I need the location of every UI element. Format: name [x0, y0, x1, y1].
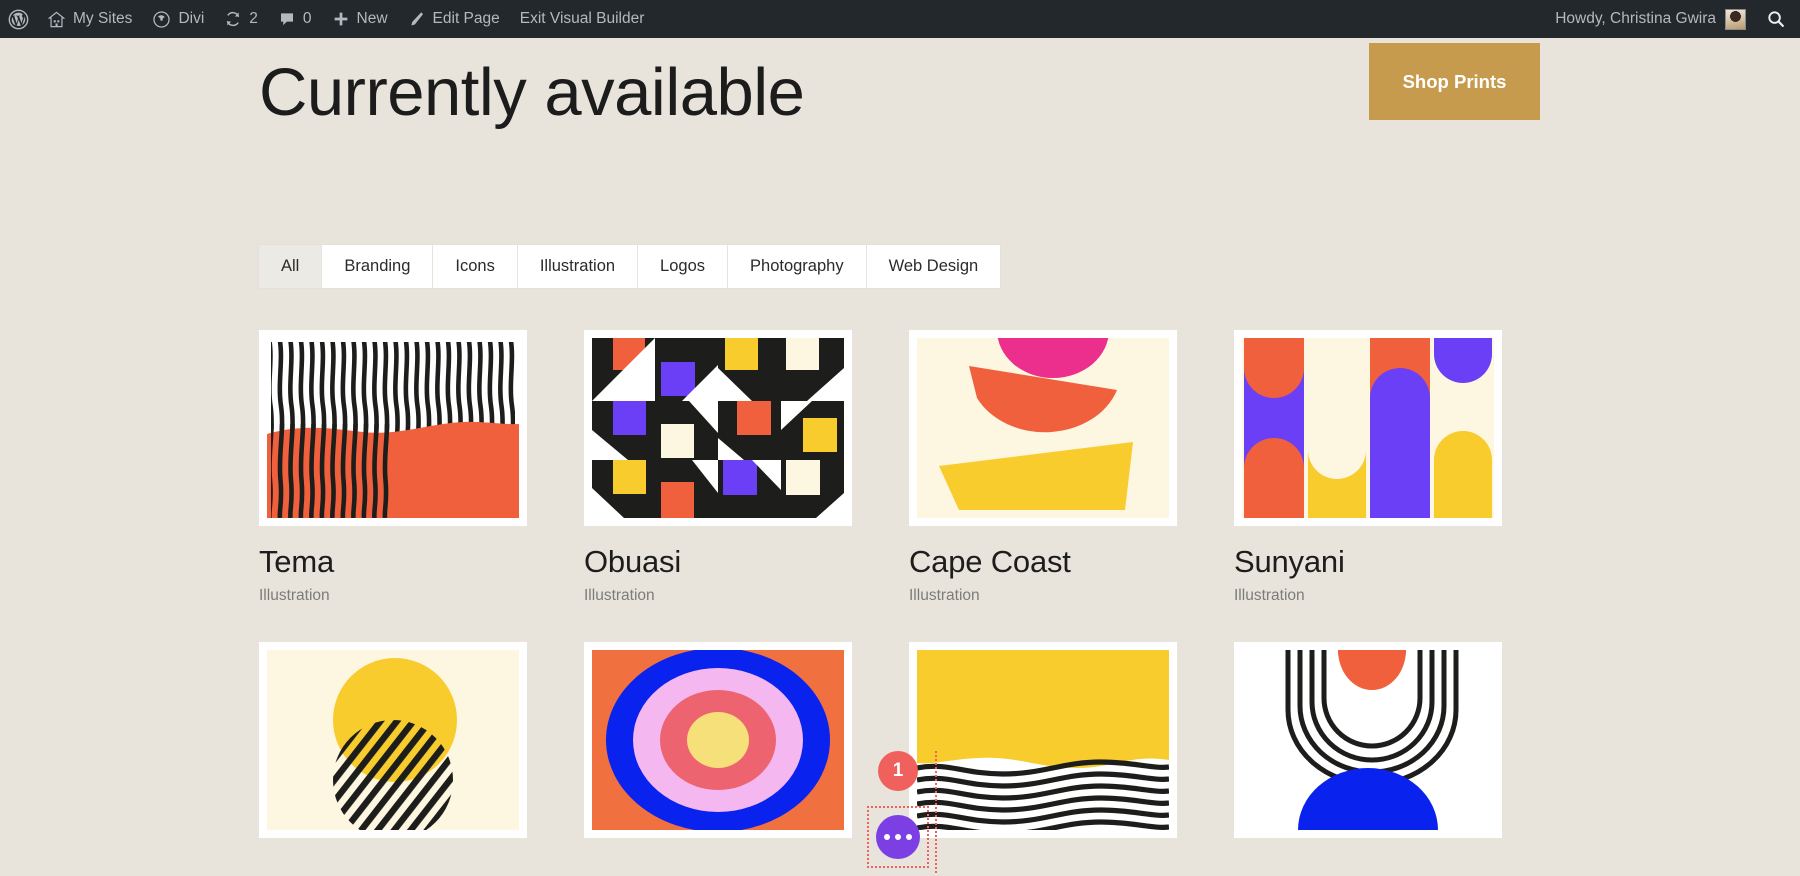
- admin-bar-item-divi[interactable]: Divi: [142, 0, 214, 38]
- gallery-item-title: Sunyani: [1234, 544, 1345, 579]
- admin-bar-label: Edit Page: [432, 10, 500, 27]
- admin-bar-item-updates[interactable]: 2: [214, 0, 268, 38]
- artwork-arcs: [1242, 649, 1494, 830]
- wordpress-logo-button[interactable]: [0, 0, 37, 38]
- wordpress-logo-icon: [8, 9, 29, 30]
- thumbnail-frame[interactable]: [259, 641, 527, 838]
- gallery-item-cape-coast[interactable]: Cape Coast Illustration: [909, 330, 1177, 605]
- search-icon: [1766, 9, 1786, 29]
- filter-tab-web-design[interactable]: Web Design: [866, 245, 1001, 288]
- thumbnail-frame[interactable]: [584, 330, 852, 526]
- module-count-badge[interactable]: 1: [878, 751, 918, 791]
- thumbnail-frame[interactable]: [1234, 330, 1502, 526]
- filter-tab-photography[interactable]: Photography: [728, 245, 867, 288]
- filter-tab-all[interactable]: All: [259, 245, 323, 288]
- gallery-item-category: Illustration: [1234, 586, 1305, 604]
- comments-icon: [278, 10, 296, 28]
- gallery-item-category: Illustration: [584, 586, 655, 604]
- artwork-target: [592, 649, 844, 830]
- admin-bar-right-group: Howdy, Christina Gwira: [1545, 0, 1800, 38]
- thumbnail-frame[interactable]: [909, 641, 1177, 838]
- thumbnail-frame[interactable]: [1234, 641, 1502, 838]
- ellipsis-icon: [906, 834, 912, 840]
- module-settings-target[interactable]: [867, 806, 929, 868]
- artwork-wavy-vertical: [267, 338, 519, 518]
- artwork-sun: [267, 649, 519, 830]
- admin-bar-label: 0: [302, 10, 312, 27]
- admin-bar-item-exit-visual-builder[interactable]: Exit Visual Builder: [510, 0, 655, 38]
- artwork-quilt: [592, 338, 844, 518]
- gallery-item-sunyani[interactable]: Sunyani Illustration: [1234, 330, 1502, 605]
- module-settings-button[interactable]: [876, 815, 920, 859]
- admin-bar-label: Divi: [178, 10, 205, 27]
- divi-icon: [152, 10, 171, 29]
- gallery-row: Tema Illustration Obuasi Illustration Ca…: [259, 330, 1542, 605]
- admin-bar-label: Exit Visual Builder: [519, 10, 645, 27]
- artwork-bowls: [917, 338, 1169, 518]
- admin-bar-item-edit-page[interactable]: Edit Page: [398, 0, 510, 38]
- shop-prints-button[interactable]: Shop Prints: [1369, 43, 1540, 120]
- thumbnail-frame[interactable]: [259, 330, 527, 526]
- wp-admin-bar: My Sites Divi 2 0 New Edit Page Exit Vis…: [0, 0, 1800, 38]
- pencil-icon: [408, 10, 426, 28]
- page-title: Currently available: [259, 55, 805, 130]
- account-menu[interactable]: Howdy, Christina Gwira: [1545, 0, 1756, 38]
- gallery-item-obuasi[interactable]: Obuasi Illustration: [584, 330, 852, 605]
- admin-bar-label: New: [356, 10, 388, 27]
- gallery-item-title: Tema: [259, 544, 335, 579]
- admin-bar-item-comments[interactable]: 0: [268, 0, 322, 38]
- gallery-item-tema[interactable]: Tema Illustration: [259, 330, 527, 605]
- filter-tab-illustration[interactable]: Illustration: [517, 245, 639, 288]
- howdy-label: Howdy, Christina Gwira: [1555, 10, 1716, 27]
- filter-tab-branding[interactable]: Branding: [322, 245, 434, 288]
- plus-icon: [332, 10, 350, 28]
- thumbnail-frame[interactable]: [909, 330, 1177, 526]
- module-hover-outline: [935, 751, 937, 873]
- filter-tab-logos[interactable]: Logos: [638, 245, 729, 288]
- admin-bar-item-my-sites[interactable]: My Sites: [37, 0, 142, 38]
- ellipsis-icon: [895, 834, 901, 840]
- gallery-item-category: Illustration: [909, 586, 980, 604]
- page-header: Currently available Shop Prints: [0, 38, 1800, 168]
- avatar: [1725, 8, 1746, 30]
- gallery-item-sun[interactable]: [259, 641, 527, 856]
- filter-tab-icons[interactable]: Icons: [433, 245, 518, 288]
- gallery-item-category: Illustration: [259, 586, 330, 604]
- admin-bar-item-new[interactable]: New: [322, 0, 398, 38]
- divi-module-overlay: 1: [867, 751, 929, 876]
- gallery-filter-tabs: All Branding Icons Illustration Logos Ph…: [259, 245, 1001, 288]
- admin-bar-label: 2: [249, 10, 258, 27]
- artwork-arches: [1242, 338, 1494, 518]
- page-canvas: Currently available Shop Prints All Bran…: [0, 38, 1800, 873]
- gallery-item-waves[interactable]: [909, 641, 1177, 856]
- gallery-item-target[interactable]: [584, 641, 852, 856]
- my-sites-icon: [47, 10, 66, 29]
- admin-bar-label: My Sites: [73, 10, 133, 27]
- gallery-item-title: Obuasi: [584, 544, 682, 579]
- gallery-item-arcs[interactable]: [1234, 641, 1502, 856]
- gallery-item-title: Cape Coast: [909, 544, 1071, 579]
- artwork-waves: [917, 649, 1169, 830]
- thumbnail-frame[interactable]: [584, 641, 852, 838]
- updates-icon: [224, 10, 242, 28]
- admin-bar-search-button[interactable]: [1756, 0, 1800, 38]
- ellipsis-icon: [884, 834, 890, 840]
